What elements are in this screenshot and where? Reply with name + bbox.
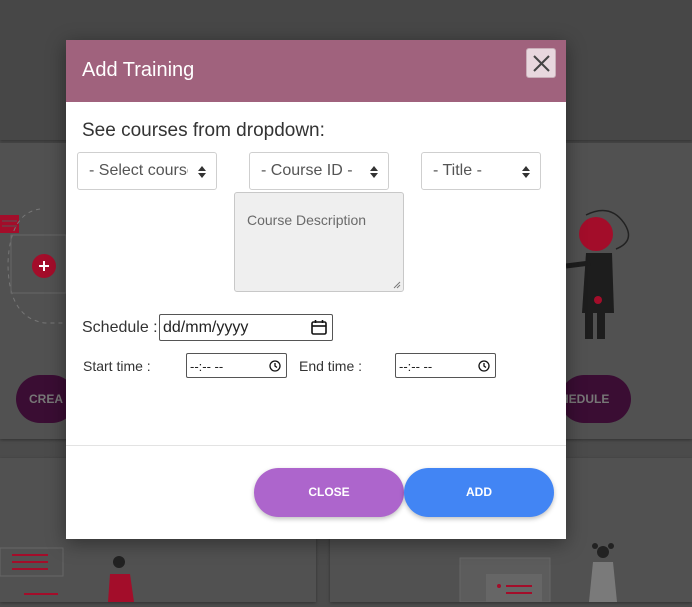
select-caret-icon xyxy=(522,166,530,178)
schedule-date-input[interactable]: dd/mm/yyyy xyxy=(159,314,333,341)
close-button[interactable]: CLOSE xyxy=(254,468,404,517)
start-time-input[interactable]: --:-- -- xyxy=(186,353,287,378)
modal-close-x-button[interactable] xyxy=(526,48,556,78)
resize-grip-icon[interactable] xyxy=(393,281,401,289)
course-description-placeholder: Course Description xyxy=(247,212,367,228)
course-id-select[interactable]: - Course ID - xyxy=(249,152,389,190)
modal-footer-divider xyxy=(66,445,566,446)
start-time-label: Start time : xyxy=(83,358,151,374)
clock-icon[interactable] xyxy=(478,360,490,372)
title-select-value: - Title - xyxy=(433,162,482,179)
end-time-label: End time : xyxy=(299,358,363,374)
course-select[interactable]: - Select course - xyxy=(77,152,217,190)
add-button[interactable]: ADD xyxy=(404,468,554,517)
modal-title: Add Training xyxy=(82,59,195,81)
course-select-value: - Select course - xyxy=(89,162,188,179)
background-schedule-button: HEDULE xyxy=(560,375,631,423)
end-time-input[interactable]: --:-- -- xyxy=(395,353,496,378)
schedule-date-value: dd/mm/yyyy xyxy=(163,319,249,336)
section-label: See courses from dropdown: xyxy=(82,120,325,141)
modal-header: Add Training xyxy=(66,40,566,102)
add-training-modal: Add Training See courses from dropdown: … xyxy=(66,40,566,539)
end-time-value: --:-- -- xyxy=(399,359,433,374)
course-id-select-value: - Course ID - xyxy=(261,162,353,179)
title-select[interactable]: - Title - xyxy=(421,152,541,190)
start-time-value: --:-- -- xyxy=(190,359,224,374)
clock-icon[interactable] xyxy=(269,360,281,372)
select-caret-icon xyxy=(370,166,378,178)
calendar-icon[interactable] xyxy=(311,319,327,335)
course-description-textarea[interactable]: Course Description xyxy=(234,192,404,292)
close-icon xyxy=(533,55,550,72)
select-caret-icon xyxy=(198,166,206,178)
schedule-label: Schedule : xyxy=(82,319,158,336)
